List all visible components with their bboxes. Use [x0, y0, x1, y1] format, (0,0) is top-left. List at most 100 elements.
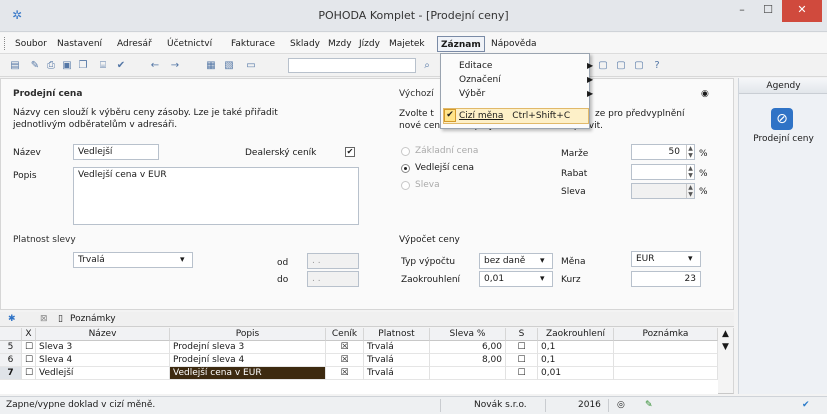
- menu-zaznam[interactable]: Záznam: [437, 36, 485, 52]
- col-x[interactable]: X: [22, 328, 36, 341]
- menu-majetek[interactable]: Majetek: [386, 36, 428, 52]
- calc-type-select[interactable]: bez daně ▾: [479, 253, 553, 269]
- row-nazev[interactable]: Sleva 3: [36, 341, 170, 354]
- row-sleva[interactable]: [430, 367, 506, 380]
- currency-select[interactable]: EUR ▾: [631, 251, 701, 267]
- marze-field[interactable]: 50 ▲ ▼: [631, 144, 695, 160]
- rabat-field[interactable]: ▲ ▼: [631, 164, 695, 180]
- toolbar-view3-icon[interactable]: ▢: [632, 59, 646, 72]
- menu-item-editace[interactable]: Editace ▶: [459, 59, 593, 73]
- desc-field[interactable]: Vedlejší cena v EUR: [73, 167, 359, 225]
- tab-poznamky[interactable]: Poznámky: [70, 314, 116, 324]
- row-popis-selected[interactable]: Vedlejší cena v EUR: [170, 367, 326, 380]
- col-popis[interactable]: Popis: [170, 328, 326, 341]
- toolbar-agenda-icon[interactable]: ▤: [8, 59, 22, 72]
- row-checkbox[interactable]: ☐: [22, 354, 36, 367]
- toolbar-search-icon[interactable]: ⌕: [420, 59, 434, 72]
- agendy-item-prodejni-ceny[interactable]: Prodejní ceny: [739, 134, 827, 144]
- col-zaokrouhleni[interactable]: Zaokrouhlení: [538, 328, 614, 341]
- row-platnost[interactable]: Trvalá: [364, 341, 430, 354]
- marze-spinner[interactable]: ▲ ▼: [686, 145, 694, 159]
- sleva-field[interactable]: ▲ ▼: [631, 183, 695, 199]
- menu-jizdy[interactable]: Jízdy: [356, 36, 383, 52]
- toolbar-help-icon[interactable]: ?: [650, 59, 664, 72]
- section-description: Názvy cen slouží k výběru ceny zásoby. L…: [13, 108, 278, 130]
- close-button[interactable]: ✕: [782, 0, 822, 22]
- menu-ucetnictvi[interactable]: Účetnictví: [164, 36, 215, 52]
- rabat-spinner[interactable]: ▲ ▼: [686, 165, 694, 179]
- menu-nastaveni[interactable]: Nastavení: [54, 36, 105, 52]
- row-s[interactable]: ☐: [506, 354, 538, 367]
- sleva-spinner[interactable]: ▲ ▼: [686, 184, 694, 198]
- row-checkbox[interactable]: ☐: [22, 367, 36, 380]
- menu-soubor[interactable]: Soubor: [12, 36, 50, 52]
- row-s[interactable]: ☐: [506, 341, 538, 354]
- rate-field[interactable]: 23: [631, 271, 701, 287]
- row-cenik[interactable]: ☒: [326, 341, 364, 354]
- minimize-button[interactable]: –: [730, 0, 754, 22]
- menu-fakturace[interactable]: Fakturace: [228, 36, 278, 52]
- toolbar-preview-icon[interactable]: ▣: [60, 59, 74, 72]
- maximize-button[interactable]: ☐: [756, 0, 780, 22]
- rabat-percent: %: [699, 169, 708, 179]
- menu-item-vyber[interactable]: Výběr ▶: [459, 87, 593, 101]
- row-platnost[interactable]: Trvalá: [364, 354, 430, 367]
- radio-sleva[interactable]: [401, 181, 410, 190]
- toolbar-copy-icon[interactable]: ❐: [76, 59, 90, 72]
- menu-mzdy[interactable]: Mzdy: [325, 36, 355, 52]
- row-nazev[interactable]: Vedlejší: [36, 367, 170, 380]
- date-from-field[interactable]: . .: [307, 253, 359, 269]
- menu-napoveda[interactable]: Nápověda: [488, 36, 540, 52]
- pin-icon[interactable]: ✱: [8, 314, 16, 324]
- radio-zakladni-cena[interactable]: [401, 147, 410, 156]
- row-sleva[interactable]: 8,00: [430, 354, 506, 367]
- collapse-icon[interactable]: ◉: [701, 89, 709, 99]
- row-sleva[interactable]: 6,00: [430, 341, 506, 354]
- row-popis[interactable]: Prodejní sleva 3: [170, 341, 326, 354]
- toolbar-filter-icon[interactable]: ▧: [222, 59, 236, 72]
- col-poznamka[interactable]: Poznámka: [614, 328, 718, 341]
- row-cenik[interactable]: ☒: [326, 367, 364, 380]
- toolbar-grid-icon[interactable]: ▦: [204, 59, 218, 72]
- rounding-select[interactable]: 0,01 ▾: [479, 271, 553, 287]
- validity-select[interactable]: Trvalá ▾: [73, 252, 193, 268]
- toolbar-search-field[interactable]: [288, 58, 416, 73]
- col-nazev[interactable]: Název: [36, 328, 170, 341]
- toolbar-view1-icon[interactable]: ▢: [596, 59, 610, 72]
- name-field[interactable]: Vedlejší: [73, 144, 159, 160]
- menu-item-oznaceni[interactable]: Označení ▶: [459, 73, 593, 87]
- filter-icon[interactable]: ⊠: [40, 314, 48, 324]
- row-cenik[interactable]: ☒: [326, 354, 364, 367]
- toolbar-back-icon[interactable]: ←: [148, 59, 162, 72]
- row-zaokrouhleni[interactable]: 0,1: [538, 341, 614, 354]
- menu-sklady[interactable]: Sklady: [287, 36, 323, 52]
- toolbar-print-icon[interactable]: ⎙: [44, 59, 58, 72]
- col-platnost[interactable]: Platnost: [364, 328, 430, 341]
- row-platnost[interactable]: Trvalá: [364, 367, 430, 380]
- col-s[interactable]: S: [506, 328, 538, 341]
- row-poznamka[interactable]: [614, 367, 718, 380]
- row-s[interactable]: ☐: [506, 367, 538, 380]
- table-scrollbar[interactable]: ▲ ▼: [718, 328, 734, 394]
- toolbar-new-icon[interactable]: ✎: [28, 59, 42, 72]
- toolbar-view2-icon[interactable]: ▢: [614, 59, 628, 72]
- row-zaokrouhleni[interactable]: 0,01: [538, 367, 614, 380]
- row-nazev[interactable]: Sleva 4: [36, 354, 170, 367]
- menu-adresar[interactable]: Adresář: [114, 36, 155, 52]
- toolbar-document-icon[interactable]: ▭: [244, 59, 258, 72]
- toolbar-save-icon[interactable]: ⌸: [96, 59, 110, 72]
- row-zaokrouhleni[interactable]: 0,1: [538, 354, 614, 367]
- row-poznamka[interactable]: [614, 354, 718, 367]
- toolbar-check-icon[interactable]: ✔: [114, 59, 128, 72]
- dealer-checkbox[interactable]: ✔: [345, 147, 355, 157]
- row-poznamka[interactable]: [614, 341, 718, 354]
- date-to-field[interactable]: . .: [307, 271, 359, 287]
- toolbar-forward-icon[interactable]: →: [168, 59, 182, 72]
- col-sleva[interactable]: Sleva %: [430, 328, 506, 341]
- row-checkbox[interactable]: ☐: [22, 341, 36, 354]
- col-cenik[interactable]: Ceník: [326, 328, 364, 341]
- menu-item-cizi-mena[interactable]: Cizí měna Ctrl+Shift+C: [459, 109, 589, 123]
- row-popis[interactable]: Prodejní sleva 4: [170, 354, 326, 367]
- radio-vedlejsi-cena[interactable]: [401, 164, 410, 173]
- prodejni-ceny-icon[interactable]: ⊘: [771, 108, 793, 130]
